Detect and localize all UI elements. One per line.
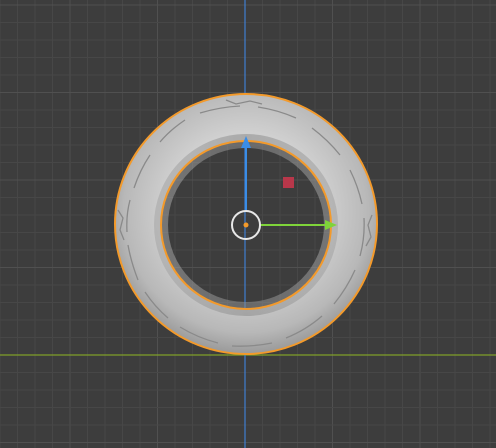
gizmo-xy-plane-handle[interactable] bbox=[283, 177, 294, 188]
object-origin-dot bbox=[243, 222, 249, 228]
3d-viewport[interactable] bbox=[0, 0, 496, 448]
viewport-canvas[interactable] bbox=[0, 0, 496, 448]
